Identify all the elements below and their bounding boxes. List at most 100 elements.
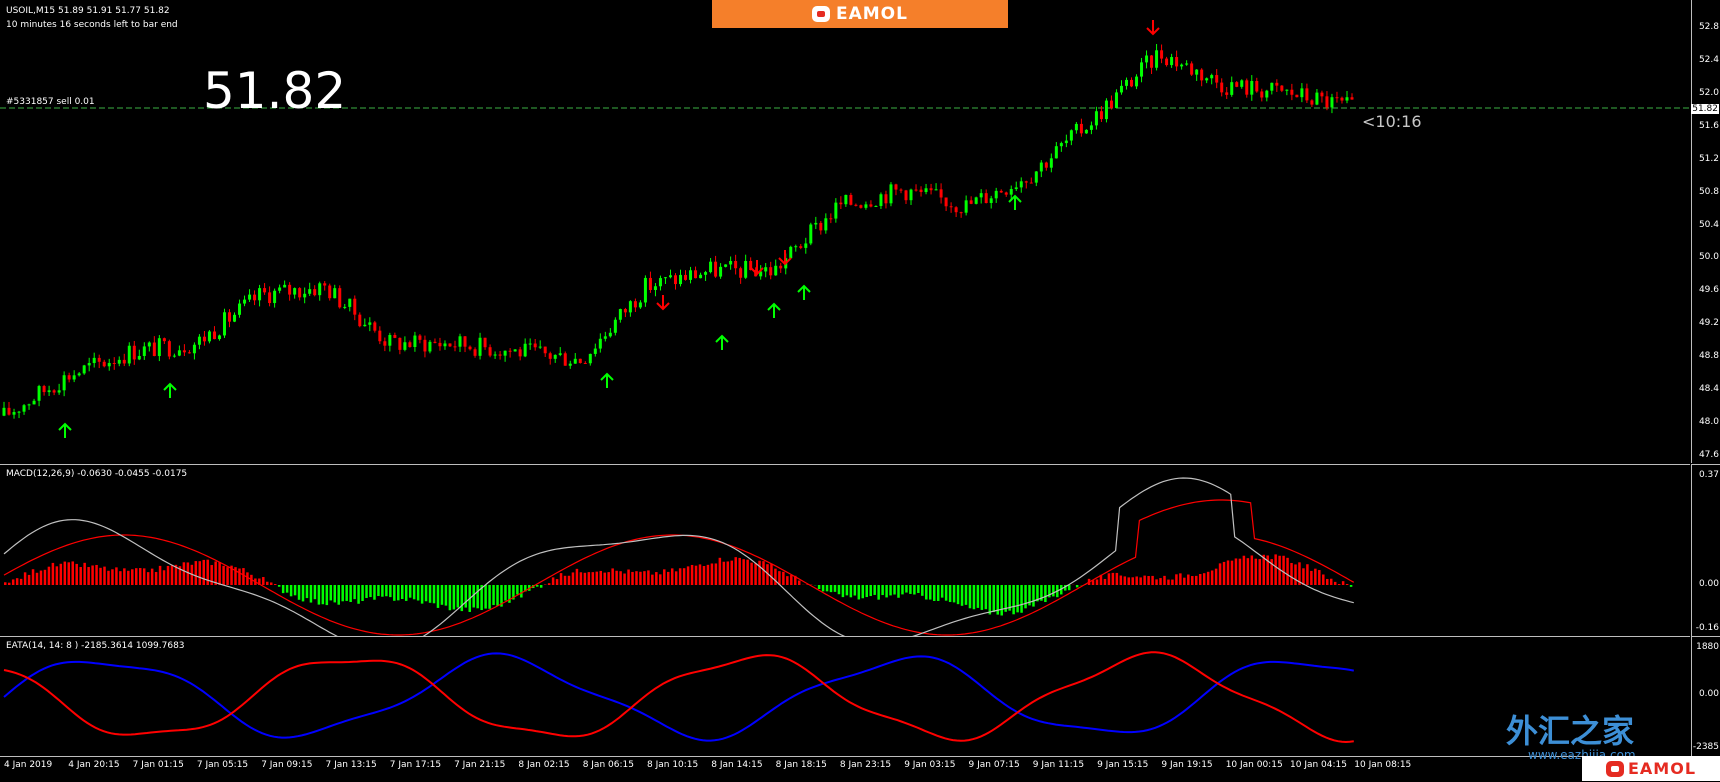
macd-histogram-bar [484, 585, 487, 609]
macd-histogram-bar [1239, 559, 1242, 585]
candle-body [1270, 83, 1273, 91]
candle-body [298, 288, 301, 297]
macd-histogram-bar [64, 562, 67, 585]
macd-histogram-bar [854, 585, 857, 596]
eata-axis: 18800.00-2385 [1691, 636, 1720, 756]
candle-body [814, 223, 817, 225]
macd-histogram-bar [139, 568, 142, 585]
macd-histogram-bar [1318, 570, 1321, 585]
macd-histogram-bar [1286, 558, 1289, 585]
macd-histogram-bar [1203, 573, 1206, 585]
time-axis[interactable]: 4 Jan 20194 Jan 20:157 Jan 01:157 Jan 05… [0, 756, 1690, 782]
candle-body [1340, 98, 1343, 101]
candle-body [1105, 101, 1108, 119]
macd-histogram-bar [345, 585, 348, 601]
candle-body [1140, 62, 1143, 76]
macd-histogram-bar [1147, 576, 1150, 585]
candle-body [388, 335, 391, 346]
macd-histogram-bar [123, 568, 126, 585]
candle-body [634, 301, 637, 307]
macd-histogram-bar [727, 561, 730, 585]
candle-body [1050, 158, 1053, 167]
candle-body [990, 198, 993, 203]
buy-arrow-icon [59, 424, 71, 438]
macd-histogram-bar [631, 572, 634, 585]
candle-body [569, 364, 572, 366]
candle-body [63, 375, 66, 390]
candle-body [639, 302, 642, 307]
macd-histogram-bar [869, 585, 872, 596]
candle-body [509, 351, 512, 352]
time-axis-label: 9 Jan 03:15 [904, 760, 955, 770]
candle-body [744, 261, 747, 278]
macd-histogram-bar [1175, 574, 1178, 585]
candle-body [188, 352, 191, 353]
macd-histogram-bar [667, 572, 670, 585]
candle-body [960, 212, 963, 213]
macd-histogram-bar [155, 572, 158, 585]
price-chart-pane[interactable]: USOIL,M15 51.89 51.91 51.77 51.82 10 min… [0, 0, 1690, 463]
sell-arrow-icon [657, 295, 669, 309]
candle-body [609, 333, 612, 337]
macd-histogram-bar [111, 569, 114, 585]
macd-histogram-bar [282, 585, 285, 593]
candle-body [53, 390, 56, 392]
macd-histogram-bar [349, 585, 352, 602]
macd-histogram-bar [1251, 555, 1254, 585]
candle-body [644, 278, 647, 303]
macd-histogram-bar [310, 585, 313, 603]
macd-histogram-bar [607, 572, 610, 585]
macd-histogram-bar [754, 563, 757, 585]
candle-body [138, 356, 141, 359]
macd-histogram-bar [107, 571, 110, 585]
macd-histogram-bar [1215, 569, 1218, 585]
macd-histogram-bar [91, 565, 94, 585]
macd-histogram-bar [465, 585, 468, 608]
time-axis-label: 8 Jan 10:15 [647, 760, 698, 770]
macd-main-line [4, 478, 1354, 636]
macd-histogram-bar [663, 569, 666, 585]
macd-pane[interactable]: MACD(12,26,9) -0.0630 -0.0455 -0.0175 [0, 464, 1690, 636]
candle-body [1055, 146, 1058, 158]
candle-body [1150, 56, 1153, 68]
time-axis-label: 9 Jan 07:15 [969, 760, 1020, 770]
macd-histogram-bar [603, 573, 606, 585]
macd-histogram-bar [873, 585, 876, 595]
candle-body [1110, 101, 1113, 108]
macd-histogram-bar [1020, 585, 1023, 613]
macd-histogram-bar [1211, 570, 1214, 585]
macd-axis-label: -0.16 [1696, 623, 1719, 633]
eata-axis-label: 0.00 [1699, 689, 1719, 699]
time-axis-label: 9 Jan 19:15 [1161, 760, 1212, 770]
eata-pane[interactable]: EATA(14, 14: 8 ) -2185.3614 1099.7683 [0, 636, 1690, 756]
macd-histogram-bar [1068, 585, 1071, 590]
candle-body [554, 355, 557, 359]
candle-body [859, 205, 862, 208]
candle-body [1345, 97, 1348, 100]
big-price-display: 51.82 [203, 62, 346, 120]
macd-histogram-bar [1310, 571, 1313, 585]
macd-histogram-bar [1227, 560, 1230, 585]
macd-histogram-bar [16, 578, 19, 585]
macd-histogram-bar [981, 585, 984, 610]
watermark-text: 外汇之家 [1506, 706, 1634, 752]
price-axis[interactable]: 52.852.452.051.651.250.850.450.049.649.2… [1691, 0, 1720, 463]
macd-histogram-bar [580, 572, 583, 585]
brand-footer-name: EAMOL [1628, 759, 1696, 778]
candle-body [348, 299, 351, 307]
macd-histogram-bar [655, 572, 658, 585]
macd-histogram-bar [1139, 577, 1142, 585]
macd-histogram-bar [564, 576, 567, 585]
candle-body [799, 246, 802, 248]
candle-body [238, 304, 241, 315]
macd-histogram-bar [147, 572, 150, 585]
time-axis-label: 4 Jan 2019 [4, 760, 52, 770]
candle-body [153, 343, 156, 357]
candle-body [163, 338, 166, 341]
macd-histogram-bar [187, 562, 190, 585]
macd-axis: 0.370.00-0.16 [1691, 464, 1720, 636]
macd-histogram-bar [365, 585, 368, 598]
macd-histogram-bar [1330, 579, 1333, 585]
macd-histogram-bar [901, 585, 904, 594]
candle-body [1235, 82, 1238, 87]
